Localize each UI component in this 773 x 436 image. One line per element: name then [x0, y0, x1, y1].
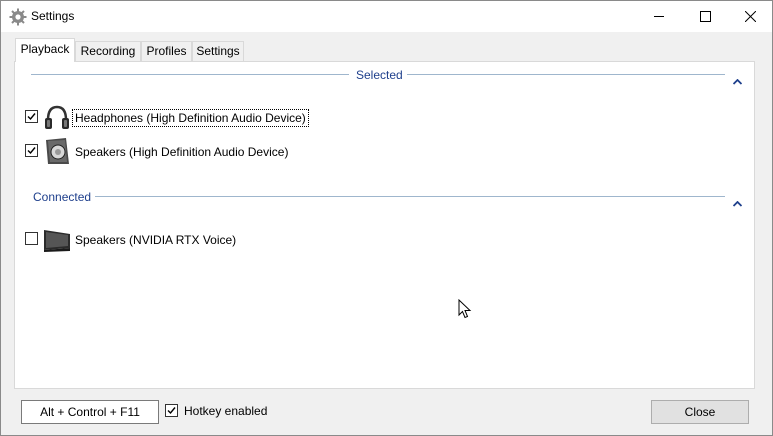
close-window-button[interactable]	[727, 1, 773, 32]
group-divider	[95, 196, 725, 197]
gear-icon	[9, 8, 27, 26]
maximize-icon	[699, 11, 711, 22]
device-checkbox-speakers[interactable]	[25, 144, 38, 157]
maximize-button[interactable]	[682, 1, 728, 32]
speaker-icon	[43, 137, 71, 165]
device-label-rtx-voice[interactable]: Speakers (NVIDIA RTX Voice)	[75, 233, 236, 247]
hotkey-enabled-checkbox[interactable]	[165, 404, 178, 417]
device-label-headphones[interactable]: Headphones (High Definition Audio Device…	[72, 109, 309, 127]
device-checkbox-rtx-voice[interactable]	[25, 232, 38, 245]
collapse-up-icon[interactable]	[733, 201, 742, 207]
hotkey-field[interactable]: Alt + Control + F11	[21, 400, 159, 424]
window-title: Settings	[31, 9, 75, 23]
minimize-button[interactable]	[636, 1, 682, 32]
mouse-cursor-icon	[458, 299, 472, 319]
settings-window: Settings Playback Recording Profiles Set…	[0, 0, 773, 436]
tab-playback[interactable]: Playback	[15, 38, 75, 62]
close-icon	[744, 11, 756, 22]
title-bar[interactable]: Settings	[1, 1, 772, 32]
close-button[interactable]: Close	[651, 400, 749, 424]
device-checkbox-headphones[interactable]	[25, 110, 38, 123]
collapse-up-icon[interactable]	[733, 79, 742, 85]
group-divider	[31, 74, 349, 75]
hotkey-enabled-label[interactable]: Hotkey enabled	[184, 404, 267, 418]
group-title-connected: Connected	[33, 190, 92, 204]
headphones-icon	[43, 103, 71, 131]
group-title-selected: Selected	[356, 68, 403, 82]
tab-recording[interactable]: Recording	[75, 41, 141, 61]
tab-settings[interactable]: Settings	[192, 41, 244, 61]
group-divider	[407, 74, 725, 75]
minimize-icon	[653, 16, 664, 17]
device-label-speakers-hd[interactable]: Speakers (High Definition Audio Device)	[75, 145, 288, 159]
monitor-icon	[43, 226, 71, 254]
tab-profiles[interactable]: Profiles	[141, 41, 192, 61]
